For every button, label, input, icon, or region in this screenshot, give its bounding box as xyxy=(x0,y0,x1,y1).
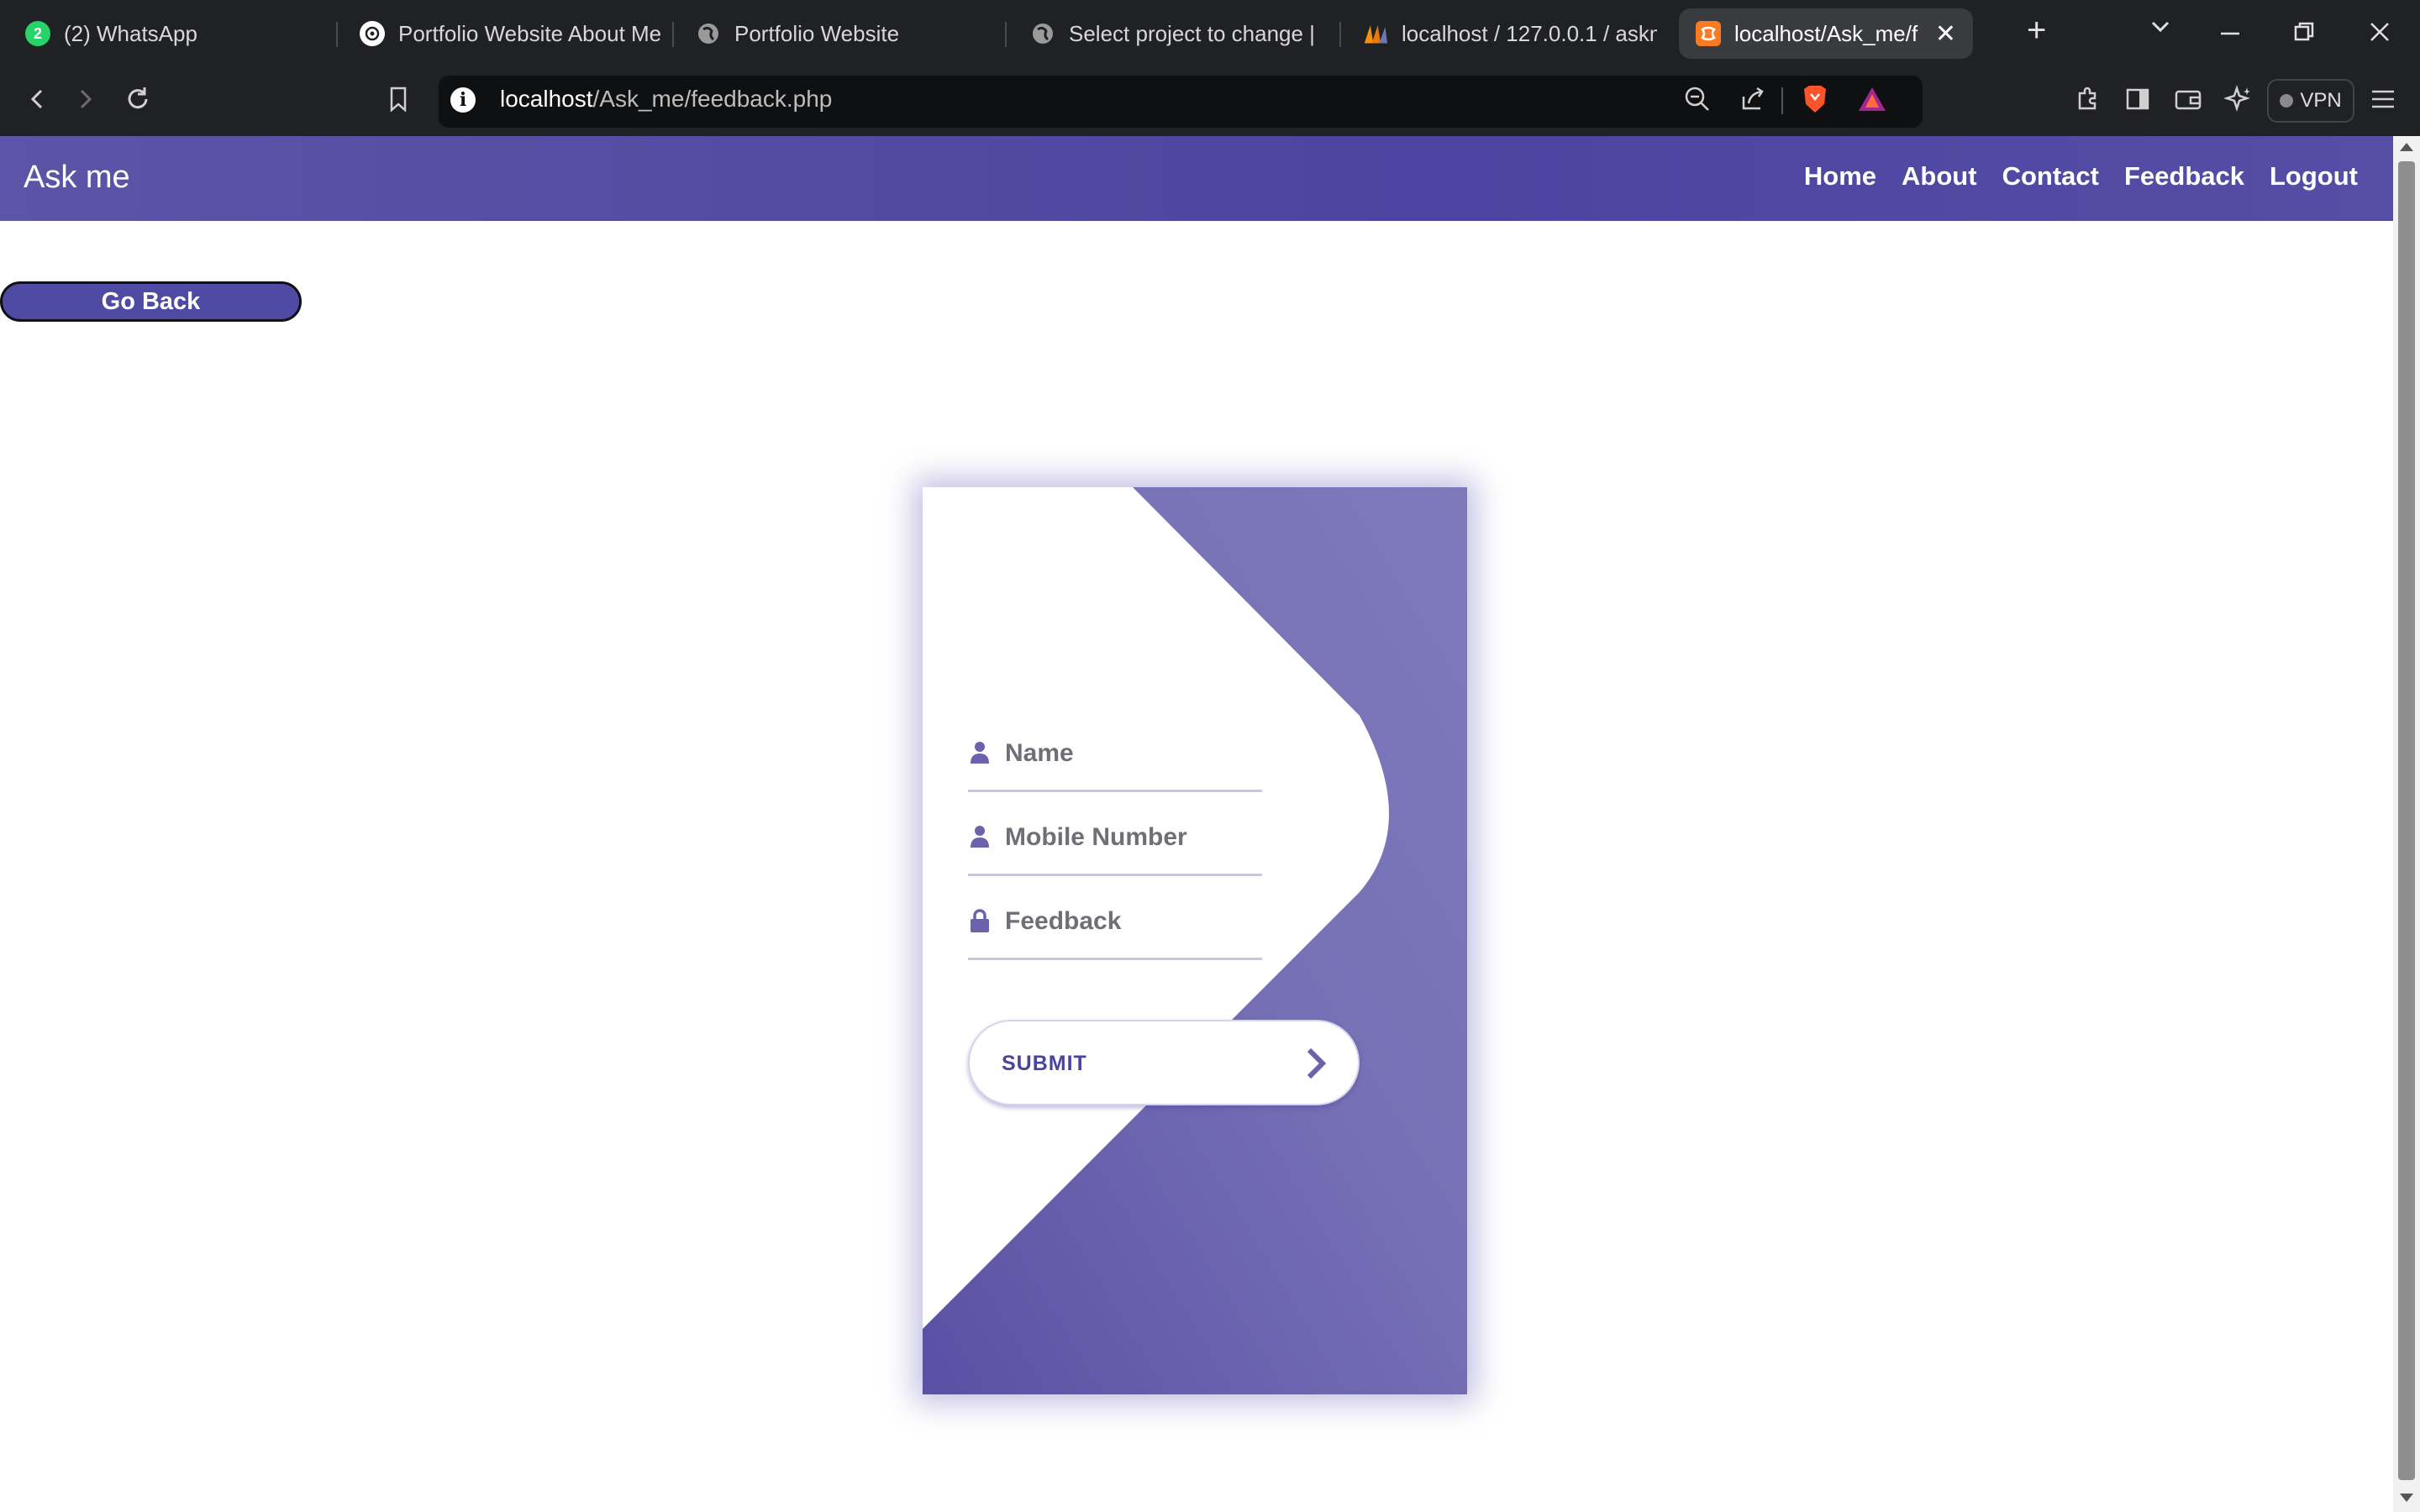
page-scrollbar[interactable] xyxy=(2393,136,2420,1512)
menu-hamburger-icon[interactable] xyxy=(2365,81,2402,118)
site-header: Ask me Home About Contact Feedback Logou… xyxy=(0,136,2393,221)
zoom-out-icon[interactable] xyxy=(1679,81,1716,118)
vpn-label: VPN xyxy=(2300,89,2342,112)
tab-divider xyxy=(336,22,338,47)
feedback-card: Name Mobile Number Feedback SUBMIT xyxy=(923,487,1467,1394)
share-icon[interactable] xyxy=(1734,81,1771,118)
tab-whatsapp[interactable]: 2 (2) WhatsApp xyxy=(25,8,328,59)
phpmyadmin-icon xyxy=(1363,21,1388,46)
feedback-field[interactable]: Feedback xyxy=(968,907,1262,960)
tab-label: Portfolio Website About Me xyxy=(398,20,662,46)
new-tab-icon[interactable]: + xyxy=(2027,12,2046,50)
tab-label: localhost/Ask_me/feedb xyxy=(1734,20,1918,46)
scroll-down-arrow-icon[interactable] xyxy=(2400,1494,2413,1502)
tab-label: Portfolio Website xyxy=(734,20,900,46)
scroll-up-arrow-icon[interactable] xyxy=(2400,143,2413,151)
nav-link-feedback[interactable]: Feedback xyxy=(2124,161,2244,192)
site-info-icon[interactable]: i xyxy=(450,87,476,113)
close-window-icon[interactable] xyxy=(2368,18,2391,51)
globe-icon xyxy=(1030,21,1055,46)
url-host: localhost xyxy=(500,86,593,112)
tab-label: localhost / 127.0.0.1 / askme xyxy=(1402,20,1657,46)
whatsapp-icon: 2 xyxy=(25,21,50,46)
name-placeholder: Name xyxy=(1005,739,1074,767)
back-arrow-icon[interactable] xyxy=(18,81,55,118)
vpn-button[interactable]: VPN xyxy=(2267,79,2354,123)
submit-label: SUBMIT xyxy=(1002,1052,1087,1075)
reload-icon[interactable] xyxy=(119,81,156,118)
site-nav: Home About Contact Feedback Logout xyxy=(1804,161,2358,192)
lock-icon xyxy=(971,909,989,932)
tab-django-admin[interactable]: Select project to change | Dj xyxy=(1030,8,1323,59)
close-tab-icon[interactable]: ✕ xyxy=(1935,19,1956,49)
tab-portfolio-about[interactable]: Portfolio Website About Me xyxy=(360,8,671,59)
url-text[interactable]: localhost/Ask_me/feedback.php xyxy=(500,86,832,113)
leo-ai-icon[interactable] xyxy=(2220,81,2257,118)
user-icon xyxy=(971,826,989,848)
nav-link-logout[interactable]: Logout xyxy=(2270,161,2358,192)
forward-arrow-icon[interactable] xyxy=(67,81,104,118)
mobile-number-field[interactable]: Mobile Number xyxy=(968,823,1262,876)
tab-portfolio[interactable]: Portfolio Website xyxy=(696,8,990,59)
toolbar-divider xyxy=(1781,87,1783,114)
go-back-button[interactable]: Go Back xyxy=(0,281,302,322)
submit-button[interactable]: SUBMIT xyxy=(968,1020,1360,1105)
scrollbar-thumb[interactable] xyxy=(2398,161,2415,1480)
sidebar-toggle-icon[interactable] xyxy=(2119,81,2156,118)
browser-tab-bar: 2 (2) WhatsApp Portfolio Website About M… xyxy=(0,0,2420,67)
tab-divider xyxy=(672,22,674,47)
tab-feedback-active[interactable]: localhost/Ask_me/feedb ✕ xyxy=(1679,8,1973,59)
restore-icon[interactable] xyxy=(2292,18,2316,51)
chatgpt-icon xyxy=(360,21,385,46)
vpn-status-icon xyxy=(2280,94,2294,108)
tab-label: Select project to change | Dj xyxy=(1069,20,1323,46)
user-icon xyxy=(971,742,989,764)
minimize-icon[interactable] xyxy=(2218,18,2242,51)
nav-link-contact[interactable]: Contact xyxy=(2002,161,2099,192)
url-path: /Ask_me/feedback.php xyxy=(592,86,833,112)
nav-link-home[interactable]: Home xyxy=(1804,161,1876,192)
mobile-number-placeholder: Mobile Number xyxy=(1005,823,1187,851)
name-field[interactable]: Name xyxy=(968,739,1262,792)
nav-link-about[interactable]: About xyxy=(1902,161,1977,192)
xampp-icon xyxy=(1696,21,1721,46)
brave-shield-icon[interactable] xyxy=(1797,81,1833,118)
wallet-icon[interactable] xyxy=(2170,81,2207,118)
tab-divider xyxy=(1005,22,1007,47)
tab-divider xyxy=(1339,22,1341,47)
bookmark-icon[interactable] xyxy=(380,81,417,118)
chevron-right-icon xyxy=(1307,1047,1327,1079)
tab-label: (2) WhatsApp xyxy=(64,20,197,46)
brave-rewards-icon[interactable] xyxy=(1854,81,1891,118)
extensions-icon[interactable] xyxy=(2069,81,2106,118)
tab-phpmyadmin[interactable]: localhost / 127.0.0.1 / askme xyxy=(1363,8,1657,59)
site-brand[interactable]: Ask me xyxy=(24,160,130,196)
globe-icon xyxy=(696,21,721,46)
feedback-placeholder: Feedback xyxy=(1005,907,1122,935)
tab-list-chevron-icon[interactable] xyxy=(2148,13,2173,46)
